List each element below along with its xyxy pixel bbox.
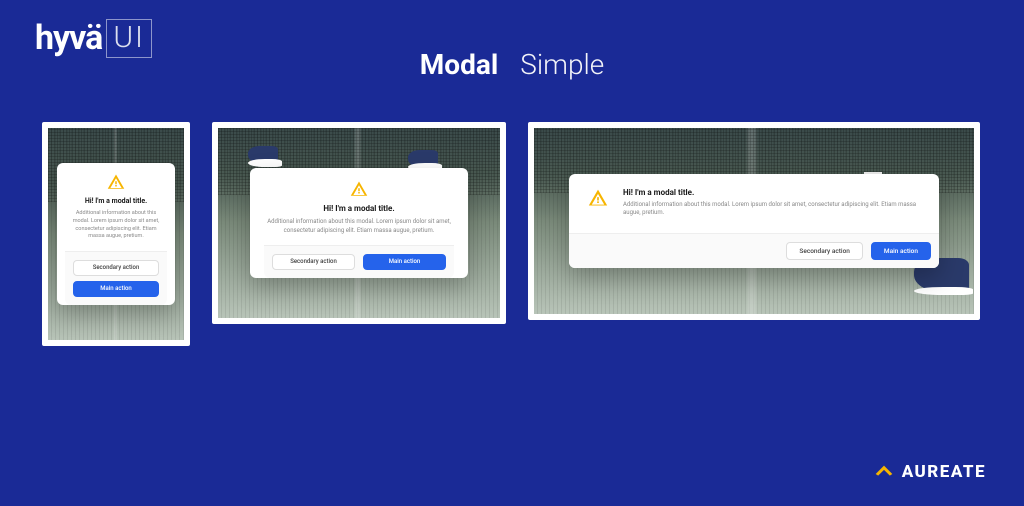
footer-brand-text: AUREATE <box>902 462 986 482</box>
title-component: Modal <box>420 48 498 81</box>
page-title: Modal Simple <box>420 48 605 81</box>
warning-icon <box>65 173 167 191</box>
main-action-button[interactable]: Main action <box>363 254 446 270</box>
aureate-logo: AUREATE <box>874 461 986 482</box>
background-decor <box>248 146 278 164</box>
secondary-action-button[interactable]: Secondary action <box>73 260 159 276</box>
modal-actions: Secondary action Main action <box>569 233 939 268</box>
preview-tablet-frame: Hi! I'm a modal title. Additional inform… <box>218 128 500 318</box>
responsive-previews: Hi! I'm a modal title. Additional inform… <box>42 122 982 346</box>
background-decor <box>408 150 438 168</box>
preview-tablet: Hi! I'm a modal title. Additional inform… <box>212 122 506 324</box>
secondary-action-button[interactable]: Secondary action <box>786 242 862 260</box>
title-variant: Simple <box>520 48 604 81</box>
preview-desktop-frame: Hi! I'm a modal title. Additional inform… <box>534 128 974 314</box>
warning-icon <box>588 188 608 230</box>
main-action-button[interactable]: Main action <box>73 281 159 297</box>
logo-main-text: hyvä <box>35 18 102 58</box>
modal-description: Additional information about this modal.… <box>264 218 454 235</box>
secondary-action-button[interactable]: Secondary action <box>272 254 355 270</box>
modal-title: Hi! I'm a modal title. <box>65 197 167 205</box>
modal-dialog: Hi! I'm a modal title. Additional inform… <box>57 163 175 305</box>
modal-description: Additional information about this modal.… <box>623 201 925 218</box>
preview-desktop: Hi! I'm a modal title. Additional inform… <box>528 122 980 320</box>
logo-suffix-text: UI <box>106 19 152 58</box>
modal-title: Hi! I'm a modal title. <box>623 188 925 197</box>
modal-title: Hi! I'm a modal title. <box>264 204 454 213</box>
modal-dialog: Hi! I'm a modal title. Additional inform… <box>250 168 468 278</box>
modal-actions: Secondary action Main action <box>264 245 454 278</box>
modal-actions: Secondary action Main action <box>65 251 167 305</box>
preview-mobile: Hi! I'm a modal title. Additional inform… <box>42 122 190 346</box>
hyva-ui-logo: hyvä UI <box>35 18 152 60</box>
chevron-up-icon <box>874 461 894 482</box>
main-action-button[interactable]: Main action <box>871 242 931 260</box>
modal-dialog: Hi! I'm a modal title. Additional inform… <box>569 174 939 269</box>
preview-mobile-frame: Hi! I'm a modal title. Additional inform… <box>48 128 184 340</box>
warning-icon <box>264 180 454 198</box>
modal-description: Additional information about this modal.… <box>65 210 167 241</box>
